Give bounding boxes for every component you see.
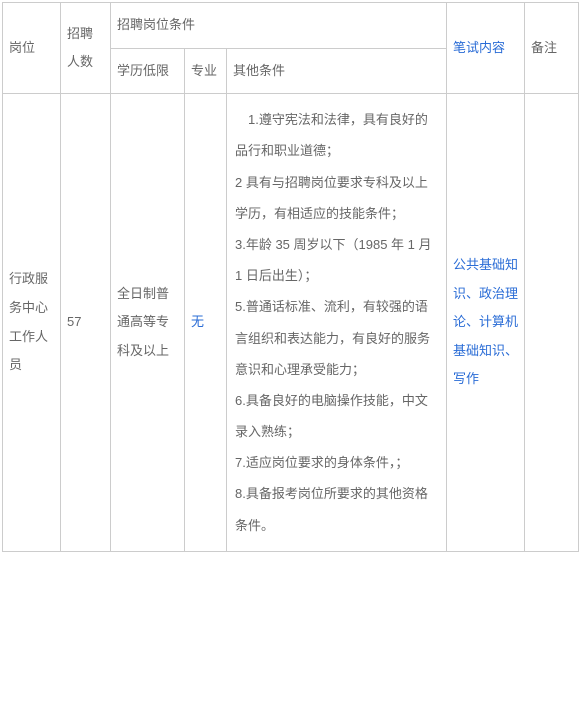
cell-position: 行政服务中心工作人员 bbox=[3, 94, 61, 552]
header-major: 专业 bbox=[185, 48, 227, 94]
cell-edu: 全日制普通高等专科及以上 bbox=[111, 94, 185, 552]
cell-count: 57 bbox=[61, 94, 111, 552]
header-remark: 备注 bbox=[525, 3, 579, 94]
header-count: 招聘人数 bbox=[61, 3, 111, 94]
header-position: 岗位 bbox=[3, 3, 61, 94]
cell-exam: 公共基础知识、政治理论、计算机基础知识、写作 bbox=[447, 94, 525, 552]
cell-major: 无 bbox=[185, 94, 227, 552]
cell-other: 1.遵守宪法和法律，具有良好的品行和职业道德；2 具有与招聘岗位要求专科及以上学… bbox=[227, 94, 447, 552]
header-other: 其他条件 bbox=[227, 48, 447, 94]
cell-remark bbox=[525, 94, 579, 552]
header-edu: 学历低限 bbox=[111, 48, 185, 94]
header-conditions: 招聘岗位条件 bbox=[111, 3, 447, 49]
table-row: 行政服务中心工作人员 57 全日制普通高等专科及以上 无 1.遵守宪法和法律，具… bbox=[3, 94, 579, 552]
recruitment-table: 岗位 招聘人数 招聘岗位条件 笔试内容 备注 学历低限 专业 其他条件 行政服务… bbox=[2, 2, 579, 552]
header-exam: 笔试内容 bbox=[447, 3, 525, 94]
